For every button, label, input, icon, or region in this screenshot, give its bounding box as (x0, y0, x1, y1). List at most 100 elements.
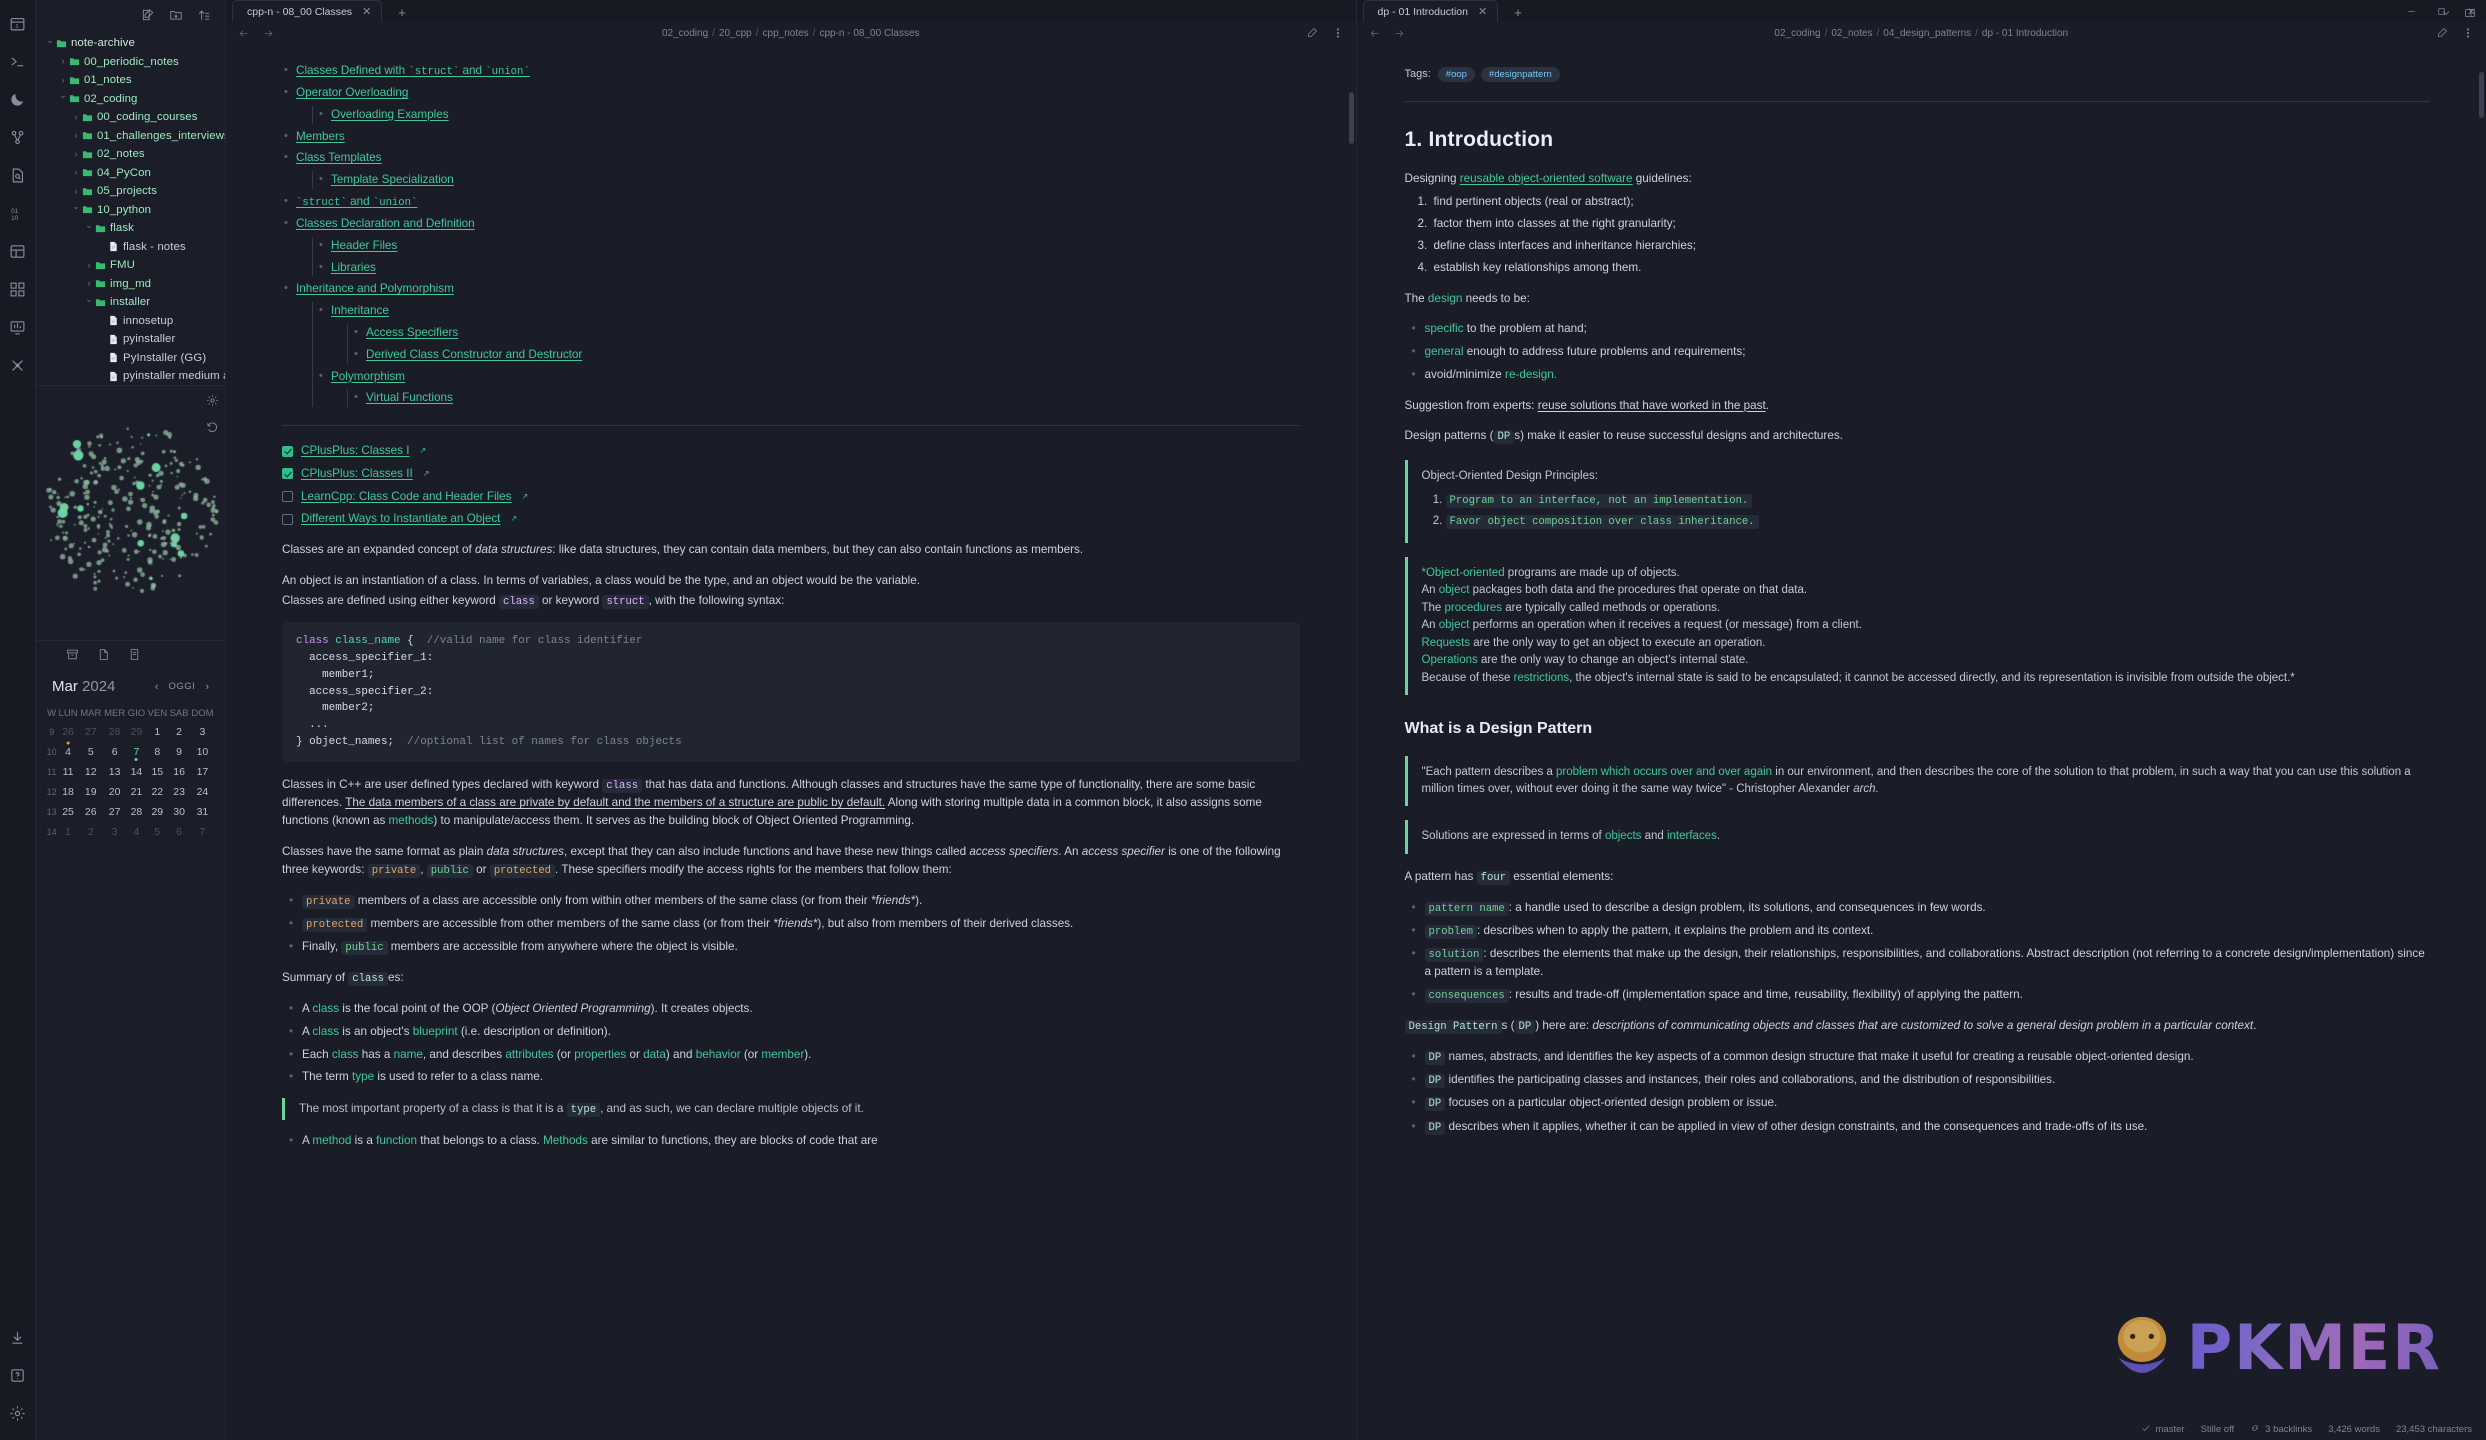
tree-item-img-md[interactable]: img_md (36, 275, 225, 294)
new-folder-icon[interactable] (169, 8, 183, 22)
calendar-day[interactable]: 16 (168, 762, 190, 782)
file-search-icon[interactable] (3, 160, 33, 190)
tree-item-10-python[interactable]: 10_python (36, 201, 225, 220)
help-icon[interactable] (3, 1360, 33, 1390)
status-item-3-426-words[interactable]: 3,426 words (2328, 1424, 2380, 1435)
note-icon[interactable] (128, 648, 141, 661)
tree-item-01-notes[interactable]: 01_notes (36, 71, 225, 90)
close-icon[interactable]: ✕ (1478, 5, 1487, 18)
close-icon[interactable]: ✕ (362, 5, 371, 18)
bug-icon[interactable] (3, 350, 33, 380)
calendar-day[interactable]: 29 (127, 722, 147, 742)
calendar-day[interactable]: 10 (190, 742, 215, 762)
calendar-day[interactable]: 8 (146, 742, 168, 762)
toc-link[interactable]: Class Templates (296, 151, 382, 164)
close-button[interactable] (2456, 0, 2486, 22)
calendar-day[interactable]: 11 (57, 762, 79, 782)
chevron-right-icon[interactable] (57, 76, 69, 85)
tree-item-note-archive[interactable]: note-archive (36, 34, 225, 53)
grid-icon[interactable] (3, 274, 33, 304)
task-checkbox[interactable] (282, 491, 293, 503)
restore-icon[interactable] (206, 421, 219, 434)
calendar-week-number[interactable]: 13 (46, 802, 57, 822)
terminal-icon[interactable] (3, 46, 33, 76)
calendar-day[interactable]: 5 (146, 822, 168, 842)
calendar-day[interactable]: 27 (103, 802, 127, 822)
file-icon[interactable] (97, 648, 110, 661)
monitor-chart-icon[interactable] (3, 312, 33, 342)
calendar-day[interactable]: 20 (103, 782, 127, 802)
toc-link[interactable]: Virtual Functions (366, 391, 453, 404)
new-note-icon[interactable] (141, 8, 155, 22)
chevron-down-icon[interactable] (57, 94, 69, 103)
chevron-right-icon[interactable] (83, 261, 95, 270)
breadcrumb-item[interactable]: cpp-n - 08_00 Classes (819, 28, 919, 39)
calendar-day[interactable]: 12 (79, 762, 103, 782)
left-scroll-area[interactable]: Classes Defined with `struct` and `union… (226, 44, 1356, 1440)
calendar-day[interactable]: 18 (57, 782, 79, 802)
toc-link[interactable]: Libraries (331, 261, 376, 274)
task-link[interactable]: LearnCpp: Class Code and Header Files (301, 488, 512, 506)
tag-designpattern[interactable]: #designpattern (1480, 67, 1560, 82)
calendar-week-number[interactable]: 14 (46, 822, 57, 842)
calendar-day[interactable]: 27 (79, 722, 103, 742)
calendar-today-button[interactable]: OGGI (169, 681, 196, 692)
arrow-left-icon[interactable] (238, 28, 249, 39)
calendar-day[interactable]: 30 (168, 802, 190, 822)
edit-icon[interactable] (2436, 27, 2448, 39)
status-item-23-453-characters[interactable]: 23,453 characters (2396, 1424, 2472, 1435)
calendar-day[interactable]: 2 (168, 722, 190, 742)
right-scroll-area[interactable]: Tags: #oop #designpattern 1. Introduction… (1357, 44, 2486, 1440)
breadcrumb-item[interactable]: 02_coding (1774, 28, 1820, 39)
tree-item-00-periodic-notes[interactable]: 00_periodic_notes (36, 53, 225, 72)
calendar-day[interactable]: 22 (146, 782, 168, 802)
breadcrumb-item[interactable]: cpp_notes (763, 28, 809, 39)
chevron-right-icon[interactable] (70, 168, 82, 177)
task-link[interactable]: Different Ways to Instantiate an Object (301, 510, 500, 528)
edit-icon[interactable] (1306, 27, 1318, 39)
tab-dp-introduction[interactable]: dp - 01 Introduction ✕ (1362, 0, 1499, 22)
plus-icon[interactable]: + (392, 5, 412, 22)
calendar-day[interactable]: 14 (127, 762, 147, 782)
settings-icon[interactable] (3, 1398, 33, 1428)
calendar-day[interactable]: 26 (57, 722, 79, 742)
breadcrumb-item[interactable]: 04_design_patterns (1883, 28, 1971, 39)
tree-item-04-pycon[interactable]: 04_PyCon (36, 164, 225, 183)
tree-item-00-coding-courses[interactable]: 00_coding_courses (36, 108, 225, 127)
status-item-stille-off[interactable]: Stille off (2201, 1424, 2235, 1435)
sort-icon[interactable] (197, 8, 211, 22)
chevron-right-icon[interactable] (70, 113, 82, 122)
status-item-master[interactable]: master (2141, 1423, 2185, 1436)
chevron-right-icon[interactable] (70, 131, 82, 140)
toc-link[interactable]: Inheritance (331, 304, 389, 317)
calendar-day[interactable]: 6 (103, 742, 127, 762)
calendar-day[interactable]: 5 (79, 742, 103, 762)
tree-item-innosetup[interactable]: innosetup (36, 312, 225, 331)
calendar-day[interactable]: 6 (168, 822, 190, 842)
calendar-day[interactable]: 13 (103, 762, 127, 782)
graph-canvas[interactable] (36, 386, 226, 641)
calendar-day[interactable]: 25 (57, 802, 79, 822)
tree-item-02-coding[interactable]: 02_coding (36, 90, 225, 109)
binary-icon[interactable]: 01 10 (3, 198, 33, 228)
breadcrumb-item[interactable]: 02_notes (1831, 28, 1872, 39)
calendar-day[interactable]: 15 (146, 762, 168, 782)
chevron-right-icon[interactable] (57, 57, 69, 66)
graph-icon[interactable] (3, 122, 33, 152)
toc-link[interactable]: `struct` and `union` (296, 195, 417, 209)
status-item-3-backlinks[interactable]: 3 backlinks (2250, 1423, 2312, 1436)
chevron-right-icon[interactable]: › (205, 681, 209, 693)
settings-icon[interactable] (206, 394, 219, 407)
calendar-day[interactable]: 31 (190, 802, 215, 822)
tree-item-flask-notes[interactable]: flask - notes (36, 238, 225, 257)
calendar-day[interactable]: 26 (79, 802, 103, 822)
maximize-button[interactable] (2426, 0, 2456, 22)
calendar-day[interactable]: 7 (127, 742, 147, 762)
tab-cpp-classes[interactable]: cpp-n - 08_00 Classes ✕ (232, 0, 383, 22)
breadcrumb-item[interactable]: dp - 01 Introduction (1982, 28, 2068, 39)
toc-link[interactable]: Access Specifiers (366, 326, 458, 339)
arrow-left-icon[interactable] (1369, 28, 1380, 39)
tree-item-flask[interactable]: flask (36, 219, 225, 238)
toc-link[interactable]: Members (296, 130, 345, 143)
plus-icon[interactable]: + (1508, 5, 1528, 22)
